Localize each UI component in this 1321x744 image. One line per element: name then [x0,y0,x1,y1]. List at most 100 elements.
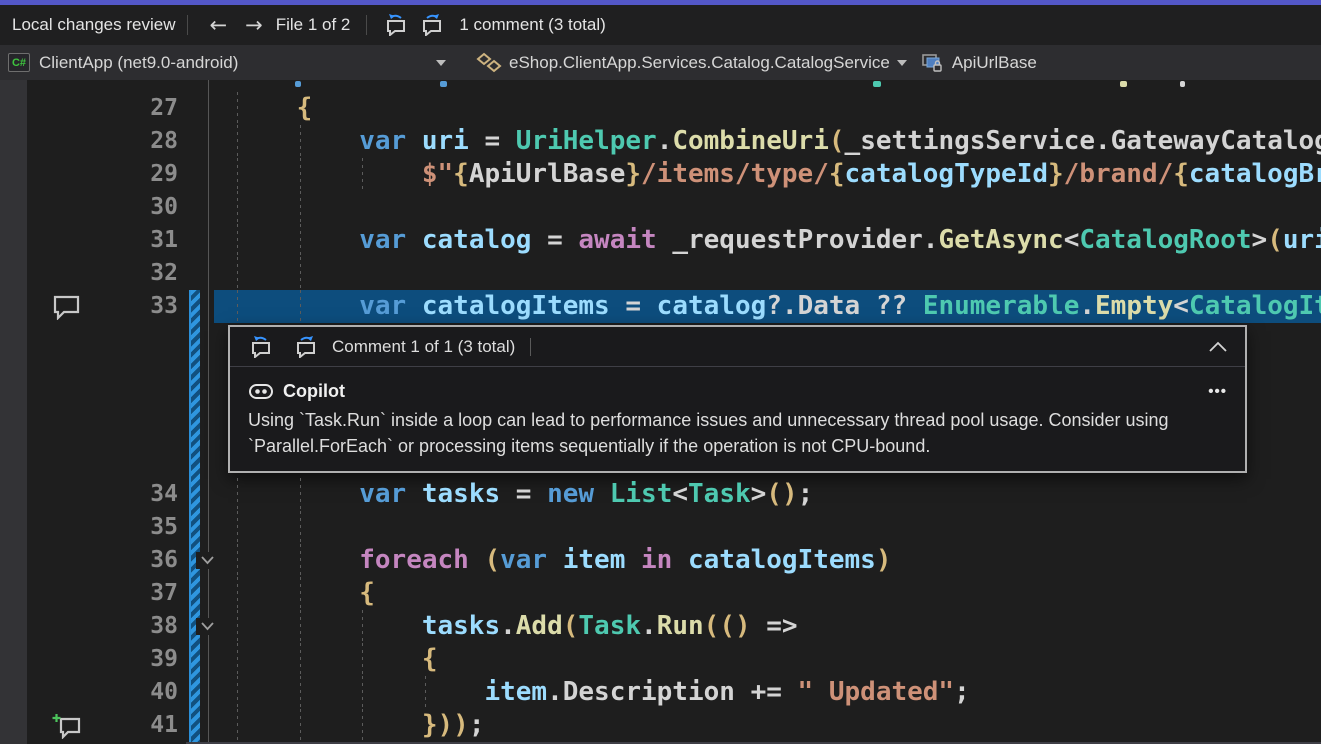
code-fragment [440,81,447,87]
line-number[interactable]: 35 [27,511,178,544]
type-path: eShop.ClientApp.Services.Catalog.Catalog… [509,53,890,73]
code-fragment [873,81,881,87]
line-number[interactable]: 39 [27,643,178,676]
comment-author: Copilot [283,381,345,402]
line-number[interactable]: 41 [27,709,178,742]
code-line-40[interactable]: 40 item.Description += " Updated"; [0,676,1321,709]
previous-comment-icon [249,336,274,358]
code-fragment [1120,81,1127,87]
comment-text: Using `Task.Run` inside a loop can lead … [248,407,1227,459]
gutter-add-comment-button[interactable] [52,713,82,742]
code-text: var tasks = new List<Task>(); [234,478,813,511]
fold-chevron-icon [200,555,215,566]
member-breadcrumb[interactable]: ApiUrlBase [921,53,1037,73]
comment-bubble-icon [52,294,82,320]
code-text: { [234,643,438,676]
member-name: ApiUrlBase [952,53,1037,73]
code-line-34[interactable]: 34 var tasks = new List<Task>(); [0,478,1321,511]
chevron-down-icon [897,60,907,66]
next-comment-icon [419,14,444,36]
indent-guide [237,511,238,544]
code-text: var catalogItems = catalog?.Data ?? Enum… [234,290,1321,323]
review-toolbar: Local changes review ← → File 1 of 2 1 c… [0,5,1321,45]
indent-guide [237,257,238,290]
code-editor[interactable]: 27 {28 var uri = UriHelper.CombineUri(_s… [0,80,1321,744]
code-text: var catalog = await _requestProvider.Get… [234,224,1321,257]
code-line-35[interactable]: 35 [0,511,1321,544]
indent-guide [237,191,238,224]
line-number[interactable]: 40 [27,676,178,709]
review-title: Local changes review [12,15,175,35]
add-comment-icon [52,713,82,739]
line-number[interactable]: 30 [27,191,178,224]
line-number[interactable]: 32 [27,257,178,290]
file-position: File 1 of 2 [276,15,351,35]
type-dropdown[interactable]: eShop.ClientApp.Services.Catalog.Catalog… [476,52,907,74]
collapse-chevron-up-button[interactable] [1207,340,1229,353]
code-line-39[interactable]: 39 { [0,643,1321,676]
comment-popup-body: Copilot ••• Using `Task.Run` inside a lo… [230,367,1245,459]
toolbar-separator [187,15,188,35]
code-text: })); [234,709,484,742]
header-separator [530,338,531,356]
next-file-button[interactable]: → [236,13,272,37]
toolbar-separator [366,15,367,35]
previous-comment-button[interactable] [384,14,409,36]
code-line-32[interactable]: 32 [0,257,1321,290]
comments-summary: 1 comment (3 total) [459,15,605,35]
line-number[interactable]: 33 [27,290,178,323]
code-line-33[interactable]: 33 var catalogItems = catalog?.Data ?? E… [0,290,1321,323]
comment-thread-popup: Comment 1 of 1 (3 total) Copilot ••• [0,323,1321,478]
line-number[interactable]: 37 [27,577,178,610]
line-number[interactable]: 29 [27,158,178,191]
code-fragment [1180,81,1185,87]
line-number[interactable]: 27 [27,92,178,125]
code-fragment [295,81,301,87]
fold-toggle[interactable] [196,552,218,569]
line-number[interactable]: 34 [27,478,178,511]
code-text: foreach (var item in catalogItems) [234,544,892,577]
next-comment-icon [293,336,318,358]
indent-guide [300,191,301,224]
code-text: { [234,92,312,125]
line-number[interactable]: 28 [27,125,178,158]
csharp-project-icon: C# [8,53,30,72]
document-navigation-bar: C# ClientApp (net9.0-android) eShop.Clie… [0,45,1321,80]
previous-comment-button[interactable] [249,336,274,358]
code-line-38[interactable]: 38 tasks.Add(Task.Run(() => [0,610,1321,643]
code-text: $"{ApiUrlBase}/items/type/{catalogTypeId… [234,158,1321,191]
gutter-comment-button[interactable] [52,294,82,323]
code-text: tasks.Add(Task.Run(() => [234,610,798,643]
code-text: { [234,577,375,610]
fold-chevron-icon [200,621,215,632]
line-number[interactable]: 31 [27,224,178,257]
line-number[interactable]: 38 [27,610,178,643]
code-line-36[interactable]: 36 foreach (var item in catalogItems) [0,544,1321,577]
code-line-29[interactable]: 29 $"{ApiUrlBase}/items/type/{catalogTyp… [0,158,1321,191]
partial-code-line [0,80,1321,92]
code-text: item.Description += " Updated"; [234,676,970,709]
next-comment-button[interactable] [419,14,444,36]
comment-popup-box: Comment 1 of 1 (3 total) Copilot ••• [228,325,1247,473]
next-comment-button[interactable] [293,336,318,358]
code-rows: 27 {28 var uri = UriHelper.CombineUri(_s… [0,80,1321,744]
copilot-icon [248,378,274,404]
indent-guide [300,511,301,544]
fold-toggle[interactable] [196,618,218,635]
chevron-down-icon [436,60,446,66]
comment-popup-header: Comment 1 of 1 (3 total) [230,327,1245,367]
indent-guide [300,257,301,290]
line-number[interactable]: 36 [27,544,178,577]
class-icon [476,52,502,74]
project-dropdown[interactable]: C# ClientApp (net9.0-android) [8,53,460,73]
code-line-30[interactable]: 30 [0,191,1321,224]
previous-file-button[interactable]: ← [200,13,236,37]
field-lock-icon [921,53,945,73]
code-line-41[interactable]: 41 })); [0,709,1321,742]
code-line-37[interactable]: 37 { [0,577,1321,610]
code-line-27[interactable]: 27 { [0,92,1321,125]
code-text: var uri = UriHelper.CombineUri(_settings… [234,125,1321,158]
code-line-31[interactable]: 31 var catalog = await _requestProvider.… [0,224,1321,257]
more-actions-button[interactable]: ••• [1208,383,1227,400]
code-line-28[interactable]: 28 var uri = UriHelper.CombineUri(_setti… [0,125,1321,158]
